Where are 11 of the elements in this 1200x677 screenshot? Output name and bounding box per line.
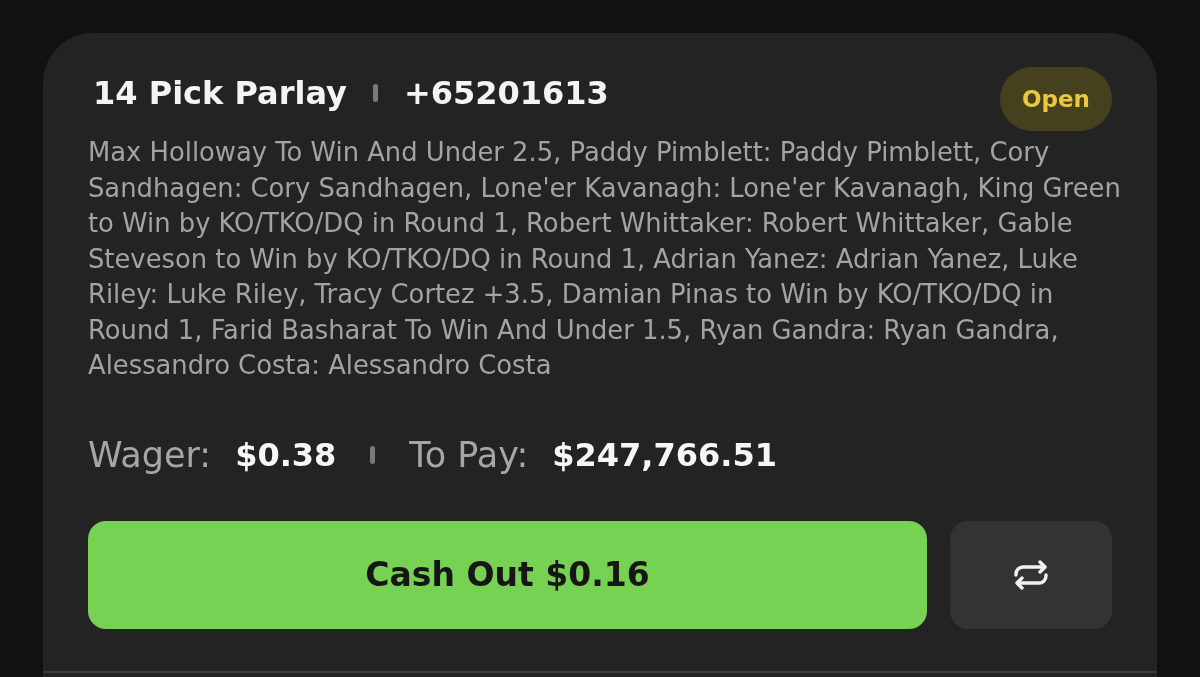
repeat-icon <box>1013 559 1049 590</box>
to-pay-label: To Pay: <box>409 434 529 475</box>
bet-title: 14 Pick Parlay <box>93 73 347 114</box>
wager-label: Wager: <box>88 434 212 475</box>
bet-legs-description: Max Holloway To Win And Under 2.5, Paddy Pimblett: Paddy Pimblett, Cory Sandhagen: Cory Sandhagen, Lone'er Kavanagh: Lone'er Kavanagh, King Green to Win by KO/TKO/DQ in Round 1, Robert Whittaker: Robert Whittaker, Gable Steveson to Win by KO/TKO/DQ in Round 1, Adrian Yanez: Adrian Yanez, Luke Riley: Luke Riley, Tracy Cortez +3.5, Damian Pinas to Win by KO/TKO/DQ in Round 1, Farid Basharat To Win And Under 1.5, Ryan Gandra: Ryan Gandra, Alessandro Costa: Alessandro Costa <box>88 136 1122 382</box>
bet-odds: +65201613 <box>403 73 609 114</box>
wager-value: $0.38 <box>235 435 337 474</box>
to-pay-value: $247,766.51 <box>552 435 777 474</box>
repeat-button[interactable] <box>950 520 1112 629</box>
status-badge: Open <box>1000 67 1112 131</box>
cash-out-button[interactable]: Cash Out $0.16 <box>88 520 927 629</box>
